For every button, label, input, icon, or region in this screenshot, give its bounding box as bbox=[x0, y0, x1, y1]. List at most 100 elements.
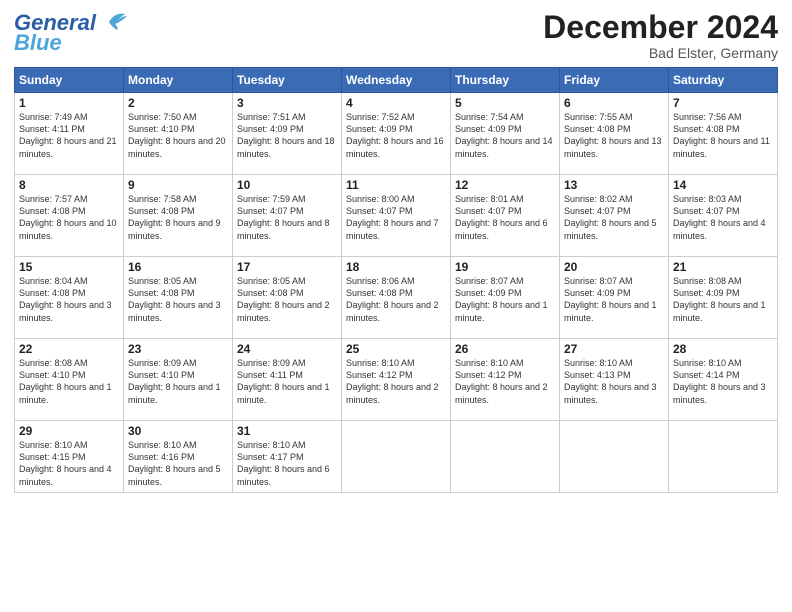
cell-info: Sunrise: 8:05 AMSunset: 4:08 PMDaylight:… bbox=[237, 275, 337, 324]
calendar-cell: 15Sunrise: 8:04 AMSunset: 4:08 PMDayligh… bbox=[15, 257, 124, 339]
day-number: 26 bbox=[455, 342, 555, 356]
cell-info: Sunrise: 8:09 AMSunset: 4:11 PMDaylight:… bbox=[237, 357, 337, 406]
cell-info: Sunrise: 7:56 AMSunset: 4:08 PMDaylight:… bbox=[673, 111, 773, 160]
cell-info: Sunrise: 7:58 AMSunset: 4:08 PMDaylight:… bbox=[128, 193, 228, 242]
cell-info: Sunrise: 8:08 AMSunset: 4:10 PMDaylight:… bbox=[19, 357, 119, 406]
cell-info: Sunrise: 8:07 AMSunset: 4:09 PMDaylight:… bbox=[564, 275, 664, 324]
calendar-cell: 20Sunrise: 8:07 AMSunset: 4:09 PMDayligh… bbox=[560, 257, 669, 339]
calendar-week-3: 15Sunrise: 8:04 AMSunset: 4:08 PMDayligh… bbox=[15, 257, 778, 339]
day-number: 11 bbox=[346, 178, 446, 192]
day-number: 10 bbox=[237, 178, 337, 192]
day-number: 25 bbox=[346, 342, 446, 356]
title-block: December 2024 Bad Elster, Germany bbox=[543, 10, 778, 61]
calendar-cell: 2Sunrise: 7:50 AMSunset: 4:10 PMDaylight… bbox=[124, 93, 233, 175]
day-number: 22 bbox=[19, 342, 119, 356]
calendar-week-1: 1Sunrise: 7:49 AMSunset: 4:11 PMDaylight… bbox=[15, 93, 778, 175]
cell-info: Sunrise: 7:59 AMSunset: 4:07 PMDaylight:… bbox=[237, 193, 337, 242]
day-number: 19 bbox=[455, 260, 555, 274]
day-number: 8 bbox=[19, 178, 119, 192]
calendar-cell: 8Sunrise: 7:57 AMSunset: 4:08 PMDaylight… bbox=[15, 175, 124, 257]
day-number: 5 bbox=[455, 96, 555, 110]
day-number: 2 bbox=[128, 96, 228, 110]
cell-info: Sunrise: 7:55 AMSunset: 4:08 PMDaylight:… bbox=[564, 111, 664, 160]
day-number: 23 bbox=[128, 342, 228, 356]
cell-info: Sunrise: 8:10 AMSunset: 4:12 PMDaylight:… bbox=[455, 357, 555, 406]
cell-info: Sunrise: 8:10 AMSunset: 4:17 PMDaylight:… bbox=[237, 439, 337, 488]
day-number: 17 bbox=[237, 260, 337, 274]
cell-info: Sunrise: 8:05 AMSunset: 4:08 PMDaylight:… bbox=[128, 275, 228, 324]
day-number: 21 bbox=[673, 260, 773, 274]
cell-info: Sunrise: 8:10 AMSunset: 4:15 PMDaylight:… bbox=[19, 439, 119, 488]
cell-info: Sunrise: 8:10 AMSunset: 4:13 PMDaylight:… bbox=[564, 357, 664, 406]
calendar-cell: 9Sunrise: 7:58 AMSunset: 4:08 PMDaylight… bbox=[124, 175, 233, 257]
calendar-cell bbox=[669, 421, 778, 493]
calendar-cell bbox=[451, 421, 560, 493]
calendar-cell: 22Sunrise: 8:08 AMSunset: 4:10 PMDayligh… bbox=[15, 339, 124, 421]
calendar-cell: 26Sunrise: 8:10 AMSunset: 4:12 PMDayligh… bbox=[451, 339, 560, 421]
day-number: 9 bbox=[128, 178, 228, 192]
cell-info: Sunrise: 7:49 AMSunset: 4:11 PMDaylight:… bbox=[19, 111, 119, 160]
cell-info: Sunrise: 8:10 AMSunset: 4:12 PMDaylight:… bbox=[346, 357, 446, 406]
calendar-cell bbox=[342, 421, 451, 493]
logo-blue: Blue bbox=[14, 30, 62, 56]
calendar-cell: 25Sunrise: 8:10 AMSunset: 4:12 PMDayligh… bbox=[342, 339, 451, 421]
cell-info: Sunrise: 8:04 AMSunset: 4:08 PMDaylight:… bbox=[19, 275, 119, 324]
calendar-header-row: SundayMondayTuesdayWednesdayThursdayFrid… bbox=[15, 68, 778, 93]
day-number: 6 bbox=[564, 96, 664, 110]
day-header-thursday: Thursday bbox=[451, 68, 560, 93]
calendar-cell: 1Sunrise: 7:49 AMSunset: 4:11 PMDaylight… bbox=[15, 93, 124, 175]
calendar-cell: 13Sunrise: 8:02 AMSunset: 4:07 PMDayligh… bbox=[560, 175, 669, 257]
day-number: 27 bbox=[564, 342, 664, 356]
calendar-week-5: 29Sunrise: 8:10 AMSunset: 4:15 PMDayligh… bbox=[15, 421, 778, 493]
day-number: 20 bbox=[564, 260, 664, 274]
cell-info: Sunrise: 8:10 AMSunset: 4:16 PMDaylight:… bbox=[128, 439, 228, 488]
calendar-cell: 12Sunrise: 8:01 AMSunset: 4:07 PMDayligh… bbox=[451, 175, 560, 257]
calendar-cell: 3Sunrise: 7:51 AMSunset: 4:09 PMDaylight… bbox=[233, 93, 342, 175]
cell-info: Sunrise: 7:50 AMSunset: 4:10 PMDaylight:… bbox=[128, 111, 228, 160]
calendar-cell: 14Sunrise: 8:03 AMSunset: 4:07 PMDayligh… bbox=[669, 175, 778, 257]
day-number: 7 bbox=[673, 96, 773, 110]
day-number: 12 bbox=[455, 178, 555, 192]
day-number: 13 bbox=[564, 178, 664, 192]
day-number: 1 bbox=[19, 96, 119, 110]
calendar-cell: 18Sunrise: 8:06 AMSunset: 4:08 PMDayligh… bbox=[342, 257, 451, 339]
cell-info: Sunrise: 7:57 AMSunset: 4:08 PMDaylight:… bbox=[19, 193, 119, 242]
calendar-cell: 10Sunrise: 7:59 AMSunset: 4:07 PMDayligh… bbox=[233, 175, 342, 257]
cell-info: Sunrise: 8:06 AMSunset: 4:08 PMDaylight:… bbox=[346, 275, 446, 324]
day-number: 18 bbox=[346, 260, 446, 274]
day-header-tuesday: Tuesday bbox=[233, 68, 342, 93]
day-header-friday: Friday bbox=[560, 68, 669, 93]
day-header-monday: Monday bbox=[124, 68, 233, 93]
calendar-cell: 24Sunrise: 8:09 AMSunset: 4:11 PMDayligh… bbox=[233, 339, 342, 421]
cell-info: Sunrise: 7:52 AMSunset: 4:09 PMDaylight:… bbox=[346, 111, 446, 160]
calendar-cell: 23Sunrise: 8:09 AMSunset: 4:10 PMDayligh… bbox=[124, 339, 233, 421]
page: General Blue December 2024 Bad Elster, G… bbox=[0, 0, 792, 612]
calendar-cell: 21Sunrise: 8:08 AMSunset: 4:09 PMDayligh… bbox=[669, 257, 778, 339]
calendar-cell: 16Sunrise: 8:05 AMSunset: 4:08 PMDayligh… bbox=[124, 257, 233, 339]
day-number: 24 bbox=[237, 342, 337, 356]
cell-info: Sunrise: 8:03 AMSunset: 4:07 PMDaylight:… bbox=[673, 193, 773, 242]
cell-info: Sunrise: 8:10 AMSunset: 4:14 PMDaylight:… bbox=[673, 357, 773, 406]
calendar-cell: 27Sunrise: 8:10 AMSunset: 4:13 PMDayligh… bbox=[560, 339, 669, 421]
month-title: December 2024 bbox=[543, 10, 778, 45]
calendar: SundayMondayTuesdayWednesdayThursdayFrid… bbox=[14, 67, 778, 493]
calendar-cell: 11Sunrise: 8:00 AMSunset: 4:07 PMDayligh… bbox=[342, 175, 451, 257]
calendar-cell: 5Sunrise: 7:54 AMSunset: 4:09 PMDaylight… bbox=[451, 93, 560, 175]
location: Bad Elster, Germany bbox=[543, 45, 778, 61]
day-header-wednesday: Wednesday bbox=[342, 68, 451, 93]
cell-info: Sunrise: 8:09 AMSunset: 4:10 PMDaylight:… bbox=[128, 357, 228, 406]
calendar-cell: 4Sunrise: 7:52 AMSunset: 4:09 PMDaylight… bbox=[342, 93, 451, 175]
cell-info: Sunrise: 8:02 AMSunset: 4:07 PMDaylight:… bbox=[564, 193, 664, 242]
logo: General Blue bbox=[14, 10, 127, 56]
cell-info: Sunrise: 7:51 AMSunset: 4:09 PMDaylight:… bbox=[237, 111, 337, 160]
day-number: 4 bbox=[346, 96, 446, 110]
cell-info: Sunrise: 8:01 AMSunset: 4:07 PMDaylight:… bbox=[455, 193, 555, 242]
calendar-week-2: 8Sunrise: 7:57 AMSunset: 4:08 PMDaylight… bbox=[15, 175, 778, 257]
cell-info: Sunrise: 8:08 AMSunset: 4:09 PMDaylight:… bbox=[673, 275, 773, 324]
day-number: 15 bbox=[19, 260, 119, 274]
calendar-cell: 17Sunrise: 8:05 AMSunset: 4:08 PMDayligh… bbox=[233, 257, 342, 339]
calendar-cell bbox=[560, 421, 669, 493]
day-number: 28 bbox=[673, 342, 773, 356]
day-number: 3 bbox=[237, 96, 337, 110]
cell-info: Sunrise: 7:54 AMSunset: 4:09 PMDaylight:… bbox=[455, 111, 555, 160]
